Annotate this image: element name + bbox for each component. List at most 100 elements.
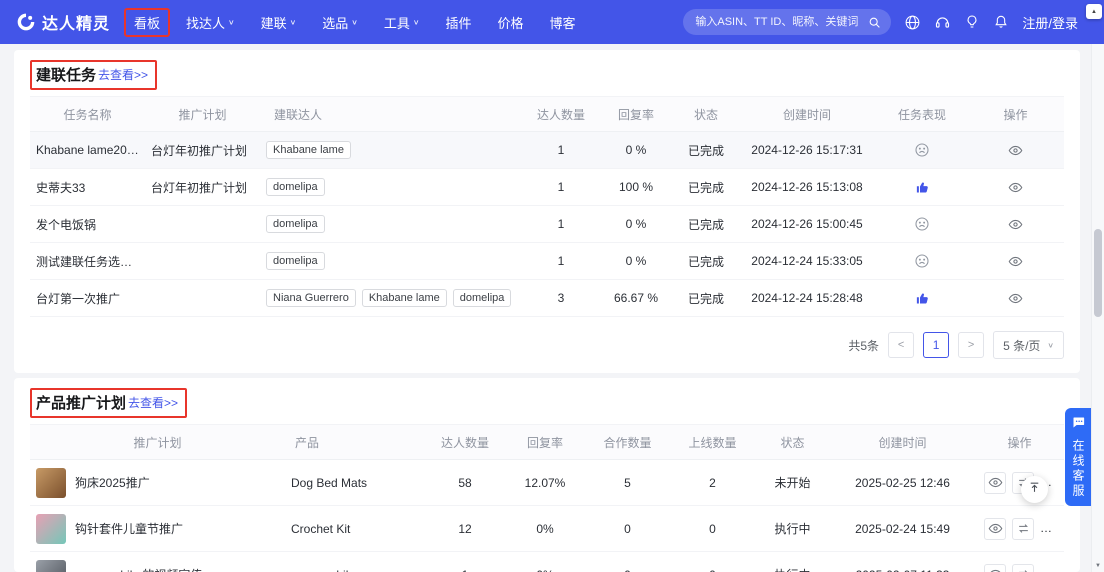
product-name: Crochet Kit [285, 505, 425, 552]
sad-face-icon [914, 253, 930, 269]
task-operations [967, 242, 1064, 280]
plan-status: 执行中 [755, 505, 830, 552]
reply-rate: 0 % [597, 205, 675, 243]
reply-rate: 0% [505, 505, 585, 552]
task-performance [877, 205, 967, 243]
online-count: 2 [670, 459, 755, 506]
talent-count: 1 [525, 131, 597, 169]
logo[interactable]: 达人精灵 [16, 10, 110, 34]
created-time: 2025-02-07 11:33 [830, 551, 975, 572]
talent-tag: Khabane lame [266, 141, 351, 159]
nav-item-3[interactable]: 选品 ∨ [312, 8, 368, 37]
register-login-link[interactable]: 注册/登录 [1022, 13, 1078, 32]
view-icon[interactable] [984, 563, 1006, 572]
task-name: 史蒂夫33 [30, 168, 145, 206]
plan-name[interactable]: engwe ebike的视频宣传 [75, 566, 202, 572]
nav-item-6[interactable]: 价格 [487, 8, 533, 37]
column-header: 推广计划 [30, 424, 285, 460]
plan-table-header-row: 推广计划 产品 达人数量 回复率 合作数量 上线数量 状态 创建时间 操作 [30, 424, 1064, 460]
view-icon[interactable] [1005, 252, 1027, 270]
nav-item-5[interactable]: 插件 [435, 8, 481, 37]
sync-icon[interactable] [1012, 517, 1034, 540]
search-icon[interactable] [868, 16, 881, 29]
annotation-box: 产品推广计划 去查看>> [30, 388, 188, 418]
plan-name[interactable]: 钩针套件儿童节推广 [75, 520, 183, 537]
task-name: Khabane lame2024… [30, 131, 145, 169]
sync-icon[interactable] [1012, 563, 1034, 572]
talent-tag: Niana Guerrero [266, 289, 356, 307]
column-header: 状态 [755, 424, 830, 460]
page-size-value: 5 条/页 [1003, 338, 1041, 353]
scrollbar-thumb[interactable] [1094, 229, 1102, 317]
pagination: 共5条 < 1 > 5 条/页 ∨ [30, 331, 1064, 359]
chat-icon [1071, 415, 1086, 435]
bell-icon[interactable] [993, 14, 1009, 30]
app-window: 达人精灵 看板找达人∨建联∨选品∨工具∨ 插件价格博客 注册/登录 [0, 0, 1104, 572]
task-row: 台灯第一次推广 Niana Guerrero Khabane lame domelip… [30, 279, 1064, 317]
task-status: 已完成 [675, 205, 737, 243]
globe-icon[interactable] [904, 14, 921, 31]
coop-count: 0 [585, 505, 670, 552]
talent-count: 58 [425, 459, 505, 506]
task-operations [967, 279, 1064, 317]
view-icon[interactable] [1005, 141, 1027, 159]
nav-item-7[interactable]: 博客 [540, 8, 586, 37]
bulb-icon[interactable] [964, 14, 980, 30]
view-icon[interactable] [984, 517, 1006, 540]
talent-count: 1 [525, 205, 597, 243]
scroll-down-arrow[interactable]: ▼ [1093, 563, 1103, 569]
view-icon[interactable] [1005, 289, 1027, 307]
task-performance [877, 131, 967, 169]
prev-page-button[interactable]: < [888, 332, 915, 358]
column-header: 任务表现 [877, 96, 967, 132]
view-icon[interactable] [984, 471, 1006, 494]
view-icon[interactable] [1005, 215, 1027, 233]
plan-row: 钩针套件儿童节推广 Crochet Kit 12 0% 0 0 执行中 2025-02-24 … [30, 505, 1064, 552]
talent-tag: domelipa [266, 215, 325, 233]
search-input[interactable] [693, 15, 863, 29]
nav-item-4[interactable]: 工具 ∨ [374, 8, 430, 37]
plan-status: 未开始 [755, 459, 830, 506]
created-time: 2024-12-24 15:28:48 [737, 279, 877, 317]
current-page-button[interactable]: 1 [923, 332, 950, 358]
task-row: 测试建联任务选择推… domelipa 1 0 % 已完成 2024-12-24 15:3… [30, 242, 1064, 280]
plan-status: 执行中 [755, 551, 830, 572]
nav-item-0[interactable]: 看板 [124, 7, 171, 37]
talent-count: 3 [525, 279, 597, 317]
logo-icon [16, 12, 36, 32]
column-header: 达人数量 [425, 424, 505, 460]
nav-item-1[interactable]: 找达人 ∨ [176, 8, 245, 37]
column-header: 产品 [285, 424, 425, 460]
headset-icon[interactable] [934, 14, 951, 31]
talent-tag: domelipa [266, 252, 325, 270]
online-service-button[interactable]: 在线客服 [1065, 408, 1092, 506]
view-icon[interactable] [1005, 178, 1027, 196]
scroll-up-arrow[interactable]: ▲ [1086, 4, 1102, 19]
page-size-select[interactable]: 5 条/页 ∨ [993, 331, 1064, 359]
view-all-link[interactable]: 去查看>> [98, 66, 148, 83]
nav-item-label: 工具 [383, 15, 410, 31]
reply-rate: 0 % [597, 242, 675, 280]
column-header: 创建时间 [737, 96, 877, 132]
nav-item-2[interactable]: 建联 ∨ [251, 8, 307, 37]
back-to-top-button[interactable] [1021, 476, 1048, 503]
column-header: 任务名称 [30, 96, 145, 132]
thumb-up-icon [915, 291, 930, 306]
task-table-body: Khabane lame2024… 台灯年初推广计划 Khabane lame 1 0 … [30, 131, 1064, 317]
task-talents: Khabane lame [260, 131, 525, 169]
task-operations [967, 168, 1064, 206]
connect-tasks-section: 建联任务 去查看>> 任务名称 推广计划 建联达人 达人数量 回复率 状态 创建时间 任务表现… [14, 50, 1080, 373]
logo-text: 达人精灵 [42, 16, 111, 33]
task-table: 任务名称 推广计划 建联达人 达人数量 回复率 状态 创建时间 任务表现 操作 Khabane … [30, 96, 1064, 317]
task-operations [967, 205, 1064, 243]
view-all-link[interactable]: 去查看>> [128, 394, 178, 411]
task-status: 已完成 [675, 279, 737, 317]
nav-item-label: 插件 [445, 15, 472, 31]
sad-face-icon [914, 142, 930, 158]
navbar-search[interactable] [683, 9, 892, 35]
talent-tag: Khabane lame [361, 289, 447, 307]
section-title: 建联任务 [36, 67, 97, 84]
plan-name-cell: 钩针套件儿童节推广 [30, 505, 285, 552]
plan-name[interactable]: 狗床2025推广 [75, 474, 150, 491]
next-page-button[interactable]: > [958, 332, 985, 358]
